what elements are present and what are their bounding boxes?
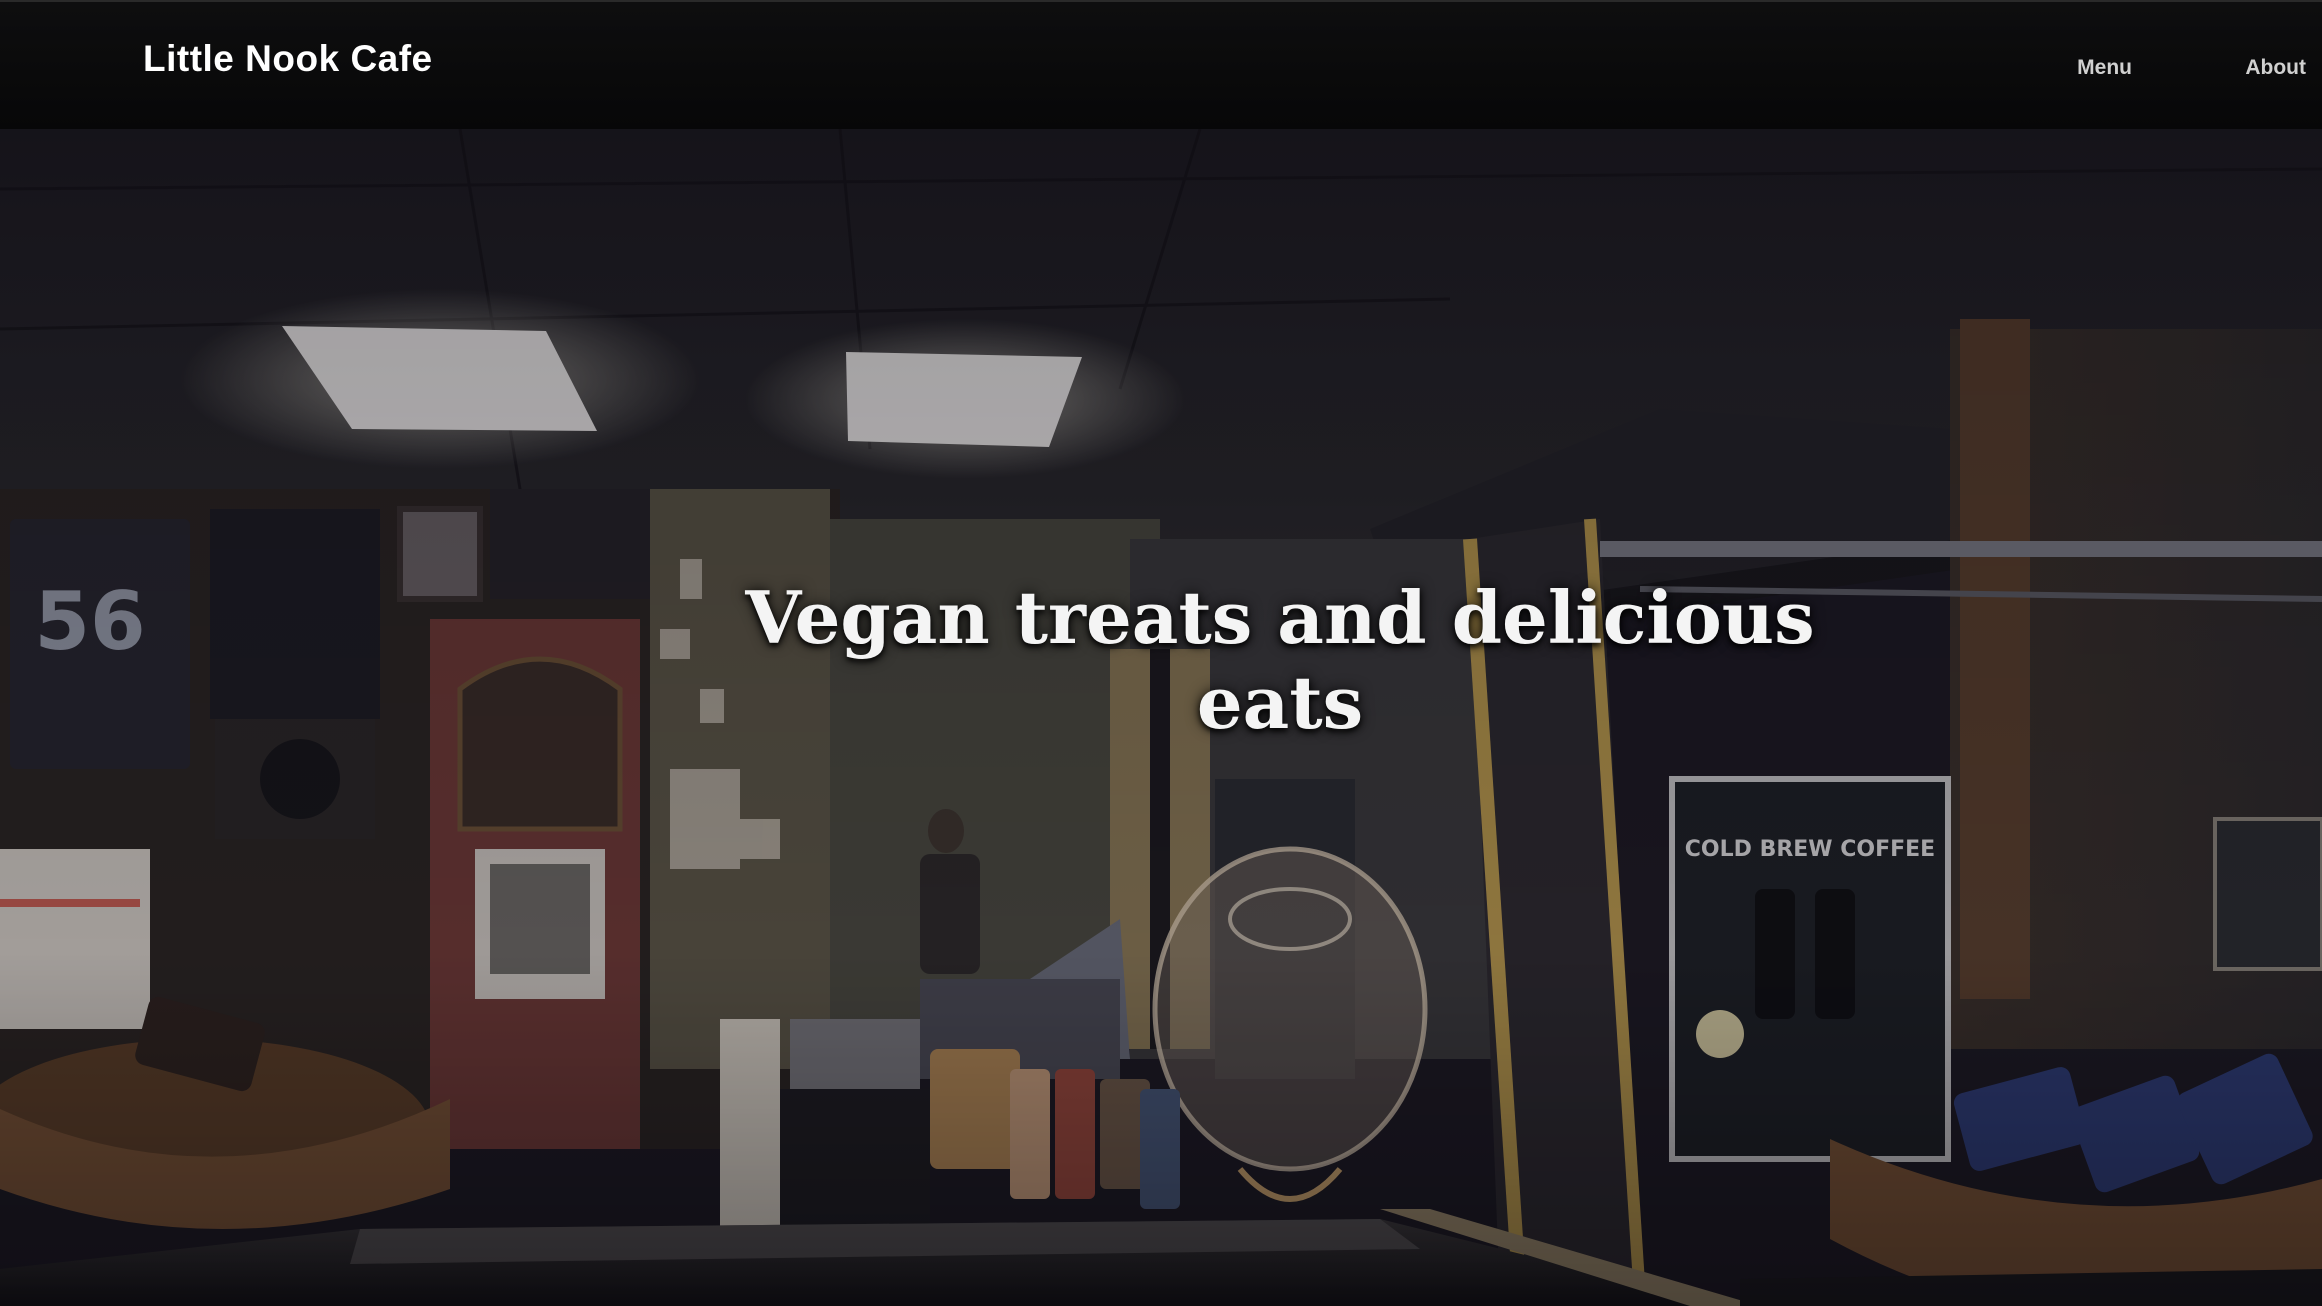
- nav-link-about[interactable]: About: [2245, 56, 2306, 80]
- nav-link-menu[interactable]: Menu: [2077, 56, 2132, 80]
- brand-logo-link[interactable]: Little Nook Cafe: [143, 38, 433, 80]
- hero-heading: Vegan treats and delicious eats: [745, 575, 1815, 745]
- top-navbar: Little Nook Cafe Menu About: [0, 0, 2322, 129]
